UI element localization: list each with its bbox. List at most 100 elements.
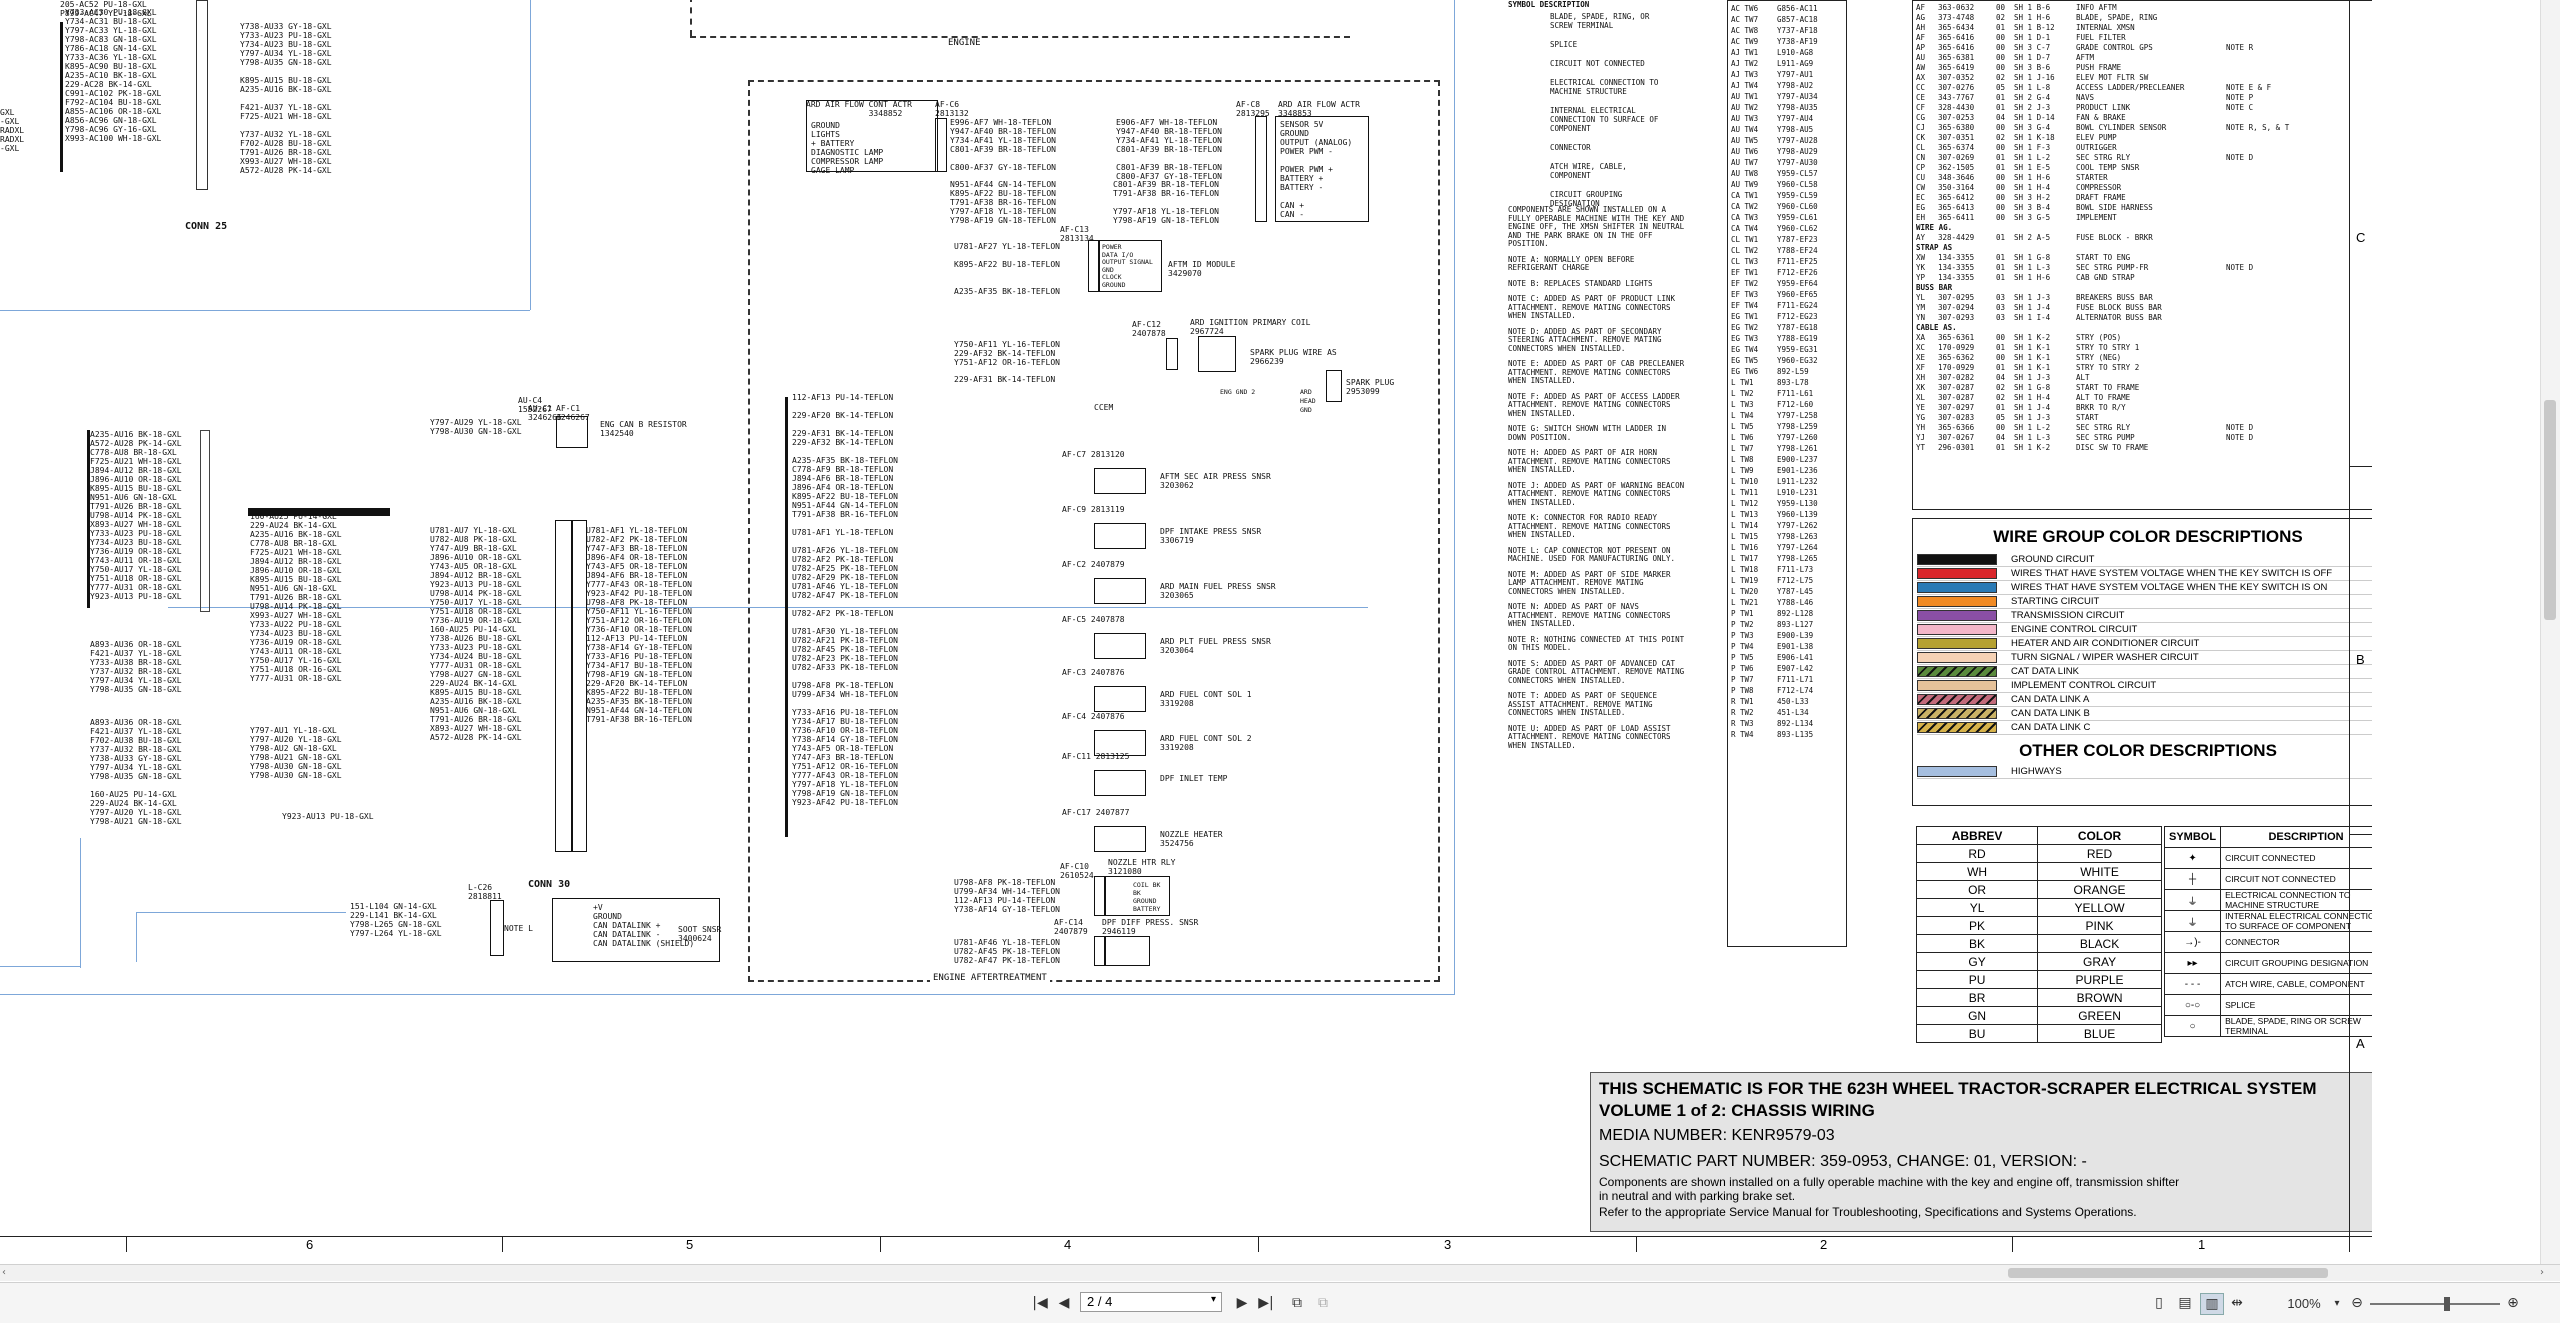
- wire-label: Y923-AU13 PU-18-GXL: [90, 592, 182, 601]
- prev-page-button[interactable]: ◀: [1054, 1293, 1074, 1313]
- two-page-view-icon[interactable]: ▥: [2200, 1293, 2224, 1315]
- part-cell: CF: [1916, 103, 1926, 112]
- part-section-title: BUSS BAR: [1916, 283, 1953, 292]
- zoom-dropdown-icon[interactable]: ▾: [2330, 1293, 2344, 1313]
- stub-labels: GXL -GXL RADXL RADXL -GXL: [0, 108, 25, 153]
- harness-wire: Y737-AF18: [1777, 26, 1818, 35]
- harness-wire: Y788-EF24: [1777, 246, 1818, 255]
- part-cell: START TO FRAME: [2076, 383, 2140, 392]
- continuous-view-icon[interactable]: ▤: [2174, 1293, 2196, 1313]
- part-cell: SEC STRG RLY: [2076, 153, 2131, 162]
- eng-gnd-label: ENG GND 2: [1220, 388, 1256, 396]
- horizontal-scrollbar[interactable]: ‹ ›: [0, 1264, 2560, 1281]
- sensor-part-number: 3319208: [1160, 743, 1194, 752]
- fit-width-icon[interactable]: ⇹: [2226, 1293, 2248, 1313]
- part-cell: SH 1 L-3: [2014, 433, 2051, 442]
- harness-row: AU TW9 Y960-CL58: [1731, 179, 1818, 190]
- part-cell: 01: [1996, 93, 2006, 102]
- part-cell: SH 1 F-3: [2014, 143, 2051, 152]
- vertical-scroll-thumb[interactable]: [2544, 400, 2556, 620]
- wire-label: A235-AU16 BK-18-GXL: [430, 697, 522, 706]
- harness-id: L TW13: [1731, 510, 1759, 519]
- harness-id: P TW4: [1731, 642, 1754, 651]
- connector-bar: [60, 22, 63, 172]
- conn30-label: CONN 30: [528, 879, 571, 890]
- harness-row: R TW4 893-L135: [1731, 729, 1818, 740]
- harness-wire: 893-L127: [1777, 620, 1814, 629]
- other-color-list: HIGHWAYS: [1913, 763, 2372, 779]
- part-cell: 365-6380: [1938, 123, 1975, 132]
- part-cell: 350-3164: [1938, 183, 1975, 192]
- af-c14-label: AF-C14 2407879: [1054, 918, 1088, 936]
- harness-wire: Y959-EF64: [1777, 279, 1818, 288]
- part-cell: 365-6412: [1938, 193, 1975, 202]
- wire-label: J896-AU10 OR-18-GXL: [90, 475, 182, 484]
- harness-wire: Y798-L259: [1777, 422, 1818, 431]
- zoom-level[interactable]: 100%: [2282, 1293, 2326, 1313]
- part-cell: 170-0929: [1938, 343, 1975, 352]
- abbrev-row: PK PINK: [1915, 916, 2162, 935]
- vertical-scrollbar[interactable]: [2540, 0, 2560, 1264]
- part-cell: EC: [1916, 193, 1926, 202]
- engine-region-bottom: [690, 36, 1350, 38]
- symbol-row: →)- CONNECTOR: [2163, 931, 2372, 953]
- part-cell: SH 1 L-2: [2014, 423, 2051, 432]
- part-cell: AU: [1916, 53, 1926, 62]
- last-page-button[interactable]: ▶|: [1256, 1293, 1276, 1313]
- chevron-down-icon[interactable]: ▾: [1211, 1294, 1216, 1305]
- symbol-row: ⏚ INTERNAL ELECTRICAL CONNECTION TO SURFA…: [2163, 910, 2372, 932]
- wire-group-label: WIRES THAT HAVE SYSTEM VOLTAGE WHEN THE …: [2011, 568, 2333, 579]
- harness-id: L TW3: [1731, 400, 1754, 409]
- zoom-slider[interactable]: [2370, 1297, 2500, 1311]
- scroll-left-icon[interactable]: ‹: [2, 1267, 12, 1279]
- zoom-slider-handle[interactable]: [2444, 1297, 2450, 1311]
- scroll-right-icon[interactable]: ›: [2540, 1267, 2550, 1279]
- wire-group-label: CAN DATA LINK B: [2011, 708, 2090, 719]
- pdf-toolbar: |◀ ◀ 2 / 4 ▾ ▶ ▶| ⧉ ⧉ ▯ ▤ ▥ ⇹ 100% ▾ ⊖ ⊕: [0, 1282, 2560, 1323]
- next-page-button[interactable]: ▶: [1232, 1293, 1252, 1313]
- engine-label: ENGINE: [948, 38, 981, 48]
- part-cell: 00: [1996, 353, 2006, 362]
- page-number-value: 2 / 4: [1087, 1294, 1113, 1309]
- zoom-in-icon[interactable]: ⊕: [2504, 1293, 2522, 1313]
- abbrev-color: WHITE: [2037, 862, 2162, 881]
- wire-label: Y797-L264 YL-18-GXL: [350, 929, 442, 938]
- mid-wire-group-a: 160-AU25 PU-14-GXL 229-AU24 BK-14-GXL A235…: [250, 512, 342, 683]
- harness-row: P TW1 892-L128: [1731, 608, 1818, 619]
- note-text: NOTE M: ADDED AS PART OF SIDE MARKER LAM…: [1508, 569, 1671, 596]
- part-cell: STRY TO STRY 2: [2076, 363, 2140, 372]
- harness-row: AC TW6 G856-AC11: [1731, 3, 1818, 14]
- note-text: NOTE R: NOTHING CONNECTED AT THIS POINT …: [1508, 634, 1685, 652]
- wire-group-label: ENGINE CONTROL CIRCUIT: [2011, 624, 2138, 635]
- note-text: NOTE E: ADDED AS PART OF CAB PRECLEANER …: [1508, 359, 1685, 385]
- wire-group-label: CAN DATA LINK A: [2011, 694, 2090, 705]
- aftertreatment-label: ENGINE AFTERTREATMENT: [930, 974, 1050, 983]
- zoom-out-icon[interactable]: ⊖: [2348, 1293, 2366, 1313]
- harness-row: AU TW8 Y959-CL57: [1731, 168, 1818, 179]
- harness-id: EG TW2: [1731, 323, 1759, 332]
- parts-table: AF 363-0632 00 SH 1 B-6 INFO AFTM AG 373-4748 0…: [1912, 0, 2372, 510]
- symbol-description: BLADE, SPADE, RING, OR SCREW TERMINAL: [1550, 12, 1650, 30]
- first-page-button[interactable]: |◀: [1030, 1293, 1050, 1313]
- page-number-input[interactable]: 2 / 4 ▾: [1080, 1292, 1222, 1312]
- single-page-view-icon[interactable]: ▯: [2148, 1293, 2170, 1313]
- harness-wire: F712-EG23: [1777, 312, 1818, 321]
- abbrev-code: RD: [1915, 844, 2039, 863]
- part-cell: XL: [1916, 393, 1926, 402]
- part-row: AP 365-6416 00 SH 3 C-7 GRADE CONTROL GPS NOT…: [1916, 43, 2346, 53]
- horizontal-scroll-thumb[interactable]: [2008, 1268, 2328, 1278]
- part-cell: SH 1 L-3: [2014, 263, 2051, 272]
- part-cell: AF: [1916, 3, 1926, 12]
- connector-block: [196, 0, 208, 190]
- part-cell: IMPLEMENT: [2076, 213, 2117, 222]
- harness-id: AC TW7: [1731, 15, 1759, 24]
- copy-icon[interactable]: ⧉: [1286, 1293, 1308, 1313]
- part-cell: 307-0283: [1938, 413, 1975, 422]
- paste-icon[interactable]: ⧉: [1312, 1293, 1334, 1313]
- wire-group-title: WIRE GROUP COLOR DESCRIPTIONS: [1993, 527, 2303, 546]
- part-row: EC 365-6412 00 SH 3 H-2 DRAFT FRAME: [1916, 193, 2346, 203]
- part-cell: YE: [1916, 403, 1926, 412]
- wire-label: Y750-AU17 YL-18-GXL: [90, 565, 182, 574]
- symbol-description: ATCH WIRE, CABLE, COMPONENT: [1550, 162, 1627, 180]
- part-cell: BLADE, SPADE, RING: [2076, 13, 2158, 22]
